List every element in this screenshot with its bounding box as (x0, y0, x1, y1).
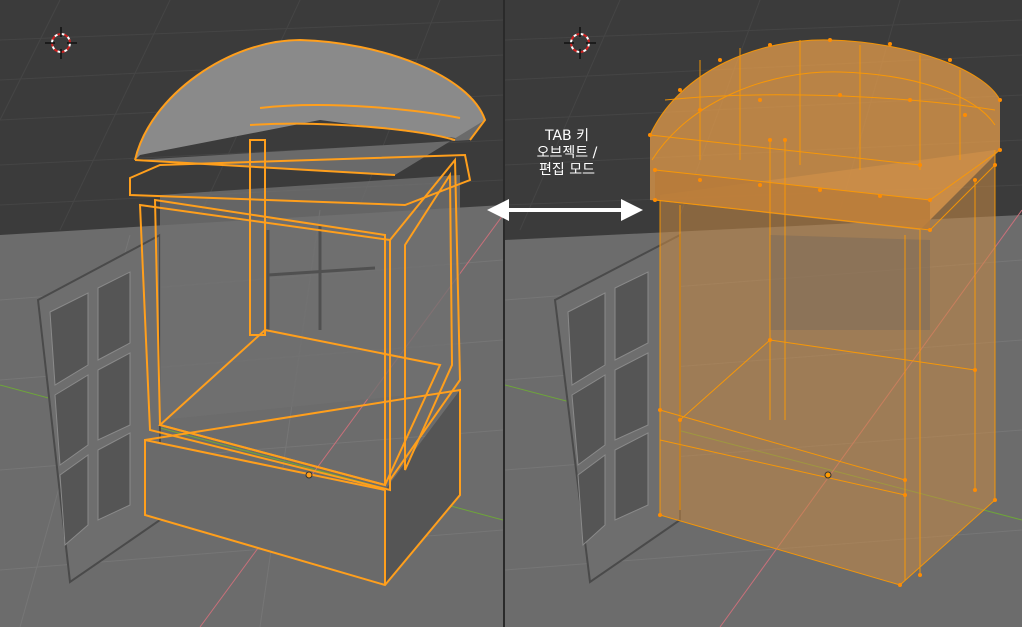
double-arrow-icon (487, 199, 643, 221)
phone-booth-mesh[interactable] (648, 38, 1002, 587)
origin-dot-icon (824, 471, 832, 479)
origin-dot-icon (305, 471, 313, 479)
viewport-edit-mode[interactable] (505, 0, 1022, 627)
phone-booth-model[interactable] (129, 38, 487, 587)
viewport-object-mode[interactable] (0, 0, 503, 627)
viewport-divider[interactable] (503, 0, 505, 627)
